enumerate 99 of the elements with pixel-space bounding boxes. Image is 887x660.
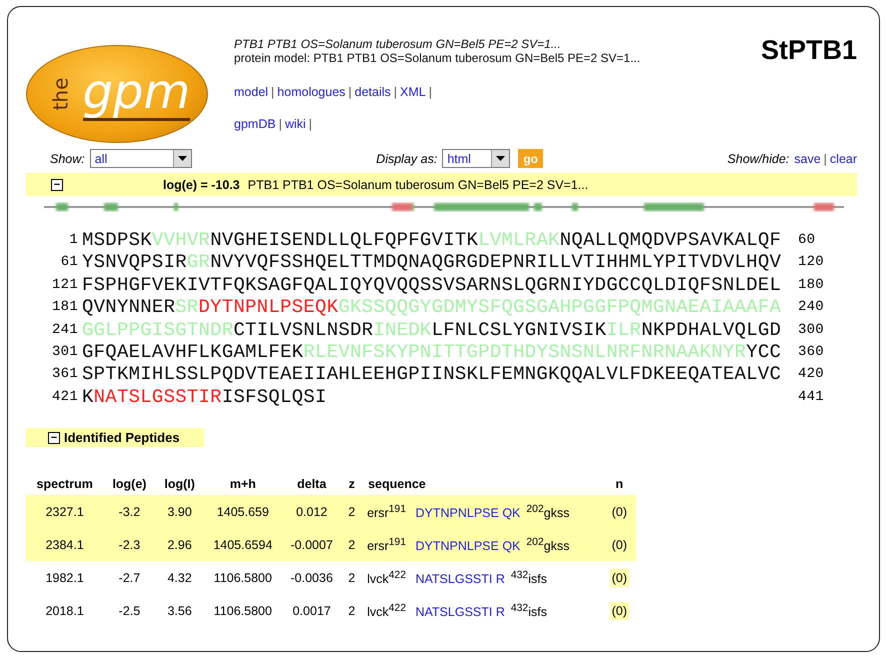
sequence-before: lvck$^{422}$: [367, 604, 406, 619]
residue-number: 60: [797, 231, 816, 250]
column-header: log(e): [103, 473, 156, 496]
link-separator: |: [428, 85, 432, 99]
sequence-line: GGLPPGISGTNDRCTILVSNLNSDRINEDKLFNLCSLYGNIVSIKILRNKPDHALVQLGD: [82, 318, 782, 342]
table-cell: -0.0007: [282, 528, 342, 562]
table-cell-text: 2: [347, 602, 356, 620]
table-cell: -0.0036: [282, 561, 342, 594]
column-header: sequence: [362, 473, 603, 496]
peptide-link[interactable]: DYTNPNLPSE QK: [415, 538, 520, 553]
link-separator: |: [271, 85, 274, 99]
column-header: spectrum: [26, 473, 104, 496]
show-hide-link[interactable]: clear: [830, 152, 858, 166]
residue-number: 441: [797, 388, 825, 407]
display-label: Display as:: [376, 152, 438, 166]
slide-title: StPTB1: [760, 35, 857, 66]
show-hide-label: Show/hide:: [727, 152, 790, 166]
display-dropdown[interactable]: html: [442, 149, 510, 168]
show-hide-link[interactable]: save: [794, 152, 821, 166]
nav-link[interactable]: wiki: [284, 117, 306, 131]
residue-number: 300: [797, 320, 825, 340]
residue-number: 61: [60, 253, 79, 272]
sequence-before: ersr$^{191}$: [367, 538, 406, 553]
sequence-line: FSPHGFVEKIVTFQKSAGFQALIQYQVQQSSVSARNSLQGRNIYDGCCQLDIQFSNLDEL: [82, 274, 782, 296]
residue-number: 120: [797, 253, 825, 272]
table-cell: (0): [610, 602, 630, 620]
link-separator: |: [394, 85, 398, 99]
table-cell: 2: [341, 495, 362, 528]
sequence-line: KNATSLGSSTIRISFSQLQSI: [82, 386, 328, 408]
table-cell-text: 2018.1: [44, 602, 85, 620]
residue-number: 301: [51, 343, 79, 362]
table-cell: -3.2: [103, 495, 156, 528]
sequence-after: $^{202}$gkss: [526, 506, 570, 520]
sequence-after: $^{432}$isfs: [510, 572, 547, 586]
sequence-line: MSDPSKVVHVRNVGHEISENDLLQLFQPFGVITKLVMLRAKNQALLQMQDVPSAVKALQF: [82, 229, 782, 252]
table-cell: 0.012: [282, 495, 342, 528]
peptide-link[interactable]: DYTNPNLPSE QK: [415, 506, 520, 520]
sequence-line: QVNYNNERSRDYTNPNLPSEQKGKSSQQGYGDMYSFQGSGAHPGGFPQMGNAEAIAAAFA: [82, 296, 782, 319]
column-header: log(I): [156, 473, 204, 496]
table-cell: 1982.1: [26, 561, 104, 594]
residue-number: 121: [51, 276, 79, 295]
collapse-toggle[interactable]: −: [48, 432, 60, 444]
column-header: z: [341, 473, 362, 496]
link-separator: |: [278, 117, 282, 131]
table-cell: -2.7: [103, 561, 156, 594]
sequence-line: YSNVQPSIRGRNVYVQFSSHQELTTMDQNAQGRGDEPNRILLVTIHHMLYPITVDVLHQV: [82, 251, 782, 274]
residue-number: 360: [797, 343, 825, 362]
sequence-line: SPTKMIHLSSLPQDVTEAEIIAHLEEHGPIINSKLFEMNGKQQALVLFDKEEQATEALVC: [82, 363, 782, 386]
residue-number: 1: [68, 231, 79, 250]
table-cell: 1405.6594: [204, 528, 282, 562]
table-cell: (0): [610, 568, 630, 587]
section-title: Identified Peptides: [64, 430, 180, 446]
sequence-line: GFQAELAVHFLKGAMLFEKRLEVNFSKYPNITTGPDTHDYSNSNLNRFNRNAAKNYRYCC: [82, 341, 782, 364]
column-header: n: [602, 473, 636, 496]
table-cell: 2: [341, 528, 362, 562]
protein-description: PTB1 PTB1 OS=Solanum tuberosum GN=Bel5 PE=2 SV=1...: [234, 37, 562, 51]
table-cell: 1405.659: [204, 495, 282, 528]
residue-number: 180: [797, 276, 825, 295]
peptide-link[interactable]: NATSLGSSTI R: [415, 604, 505, 619]
residue-number: 241: [51, 320, 79, 340]
link-separator: |: [824, 152, 827, 166]
link-separator: |: [348, 85, 352, 99]
show-dropdown[interactable]: all: [90, 149, 192, 168]
protein-model: protein model: PTB1 PTB1 OS=Solanum tuberosum GN=Bel5 PE=2 SV=1...: [234, 51, 642, 65]
table-cell: 2384.1: [26, 528, 104, 562]
collapse-toggle[interactable]: −: [51, 178, 63, 190]
table-cell: -2.3: [103, 528, 156, 562]
nav-link[interactable]: gpmDB: [234, 117, 276, 131]
link-separator: |: [308, 117, 312, 131]
show-label: Show:: [50, 152, 85, 166]
residue-number: 420: [797, 365, 825, 384]
residue-number: 240: [797, 298, 825, 318]
nav-link[interactable]: homologues: [277, 85, 346, 99]
nav-link[interactable]: model: [234, 85, 268, 99]
logo: the gpm: [26, 45, 208, 143]
table-cell-text: -2.5: [118, 602, 142, 620]
table-cell: 4.32: [156, 561, 204, 594]
log-e-value: log(e) = -10.3: [163, 178, 240, 192]
sequence-before: ersr$^{191}$: [367, 506, 406, 520]
table-cell-text: 3.56: [166, 602, 193, 620]
column-header: m+h: [204, 473, 282, 496]
table-cell-text: 1106.5800: [212, 602, 273, 620]
table-cell: 2: [341, 561, 362, 594]
column-header: delta: [282, 473, 342, 496]
protein-description: PTB1 PTB1 OS=Solanum tuberosum GN=Bel5 PE=2 SV=1...: [248, 178, 588, 192]
table-cell: 3.90: [156, 495, 204, 528]
table-cell: 2327.1: [26, 495, 104, 528]
residue-number: 421: [51, 388, 79, 407]
residue-number: 361: [51, 365, 79, 384]
table-cell: 2.96: [156, 528, 204, 562]
table-cell: 1106.5800: [204, 561, 282, 594]
table-cell-text: 0.0017: [292, 602, 332, 620]
sequence-after: $^{202}$gkss: [526, 538, 570, 553]
sequence-after: $^{432}$isfs: [510, 604, 547, 619]
peptide-link[interactable]: NATSLGSSTI R: [415, 572, 505, 586]
nav-link[interactable]: details: [354, 85, 391, 99]
residue-number: 181: [51, 298, 79, 318]
sequence-before: lvck$^{422}$: [367, 572, 406, 586]
nav-link[interactable]: XML: [400, 85, 426, 99]
